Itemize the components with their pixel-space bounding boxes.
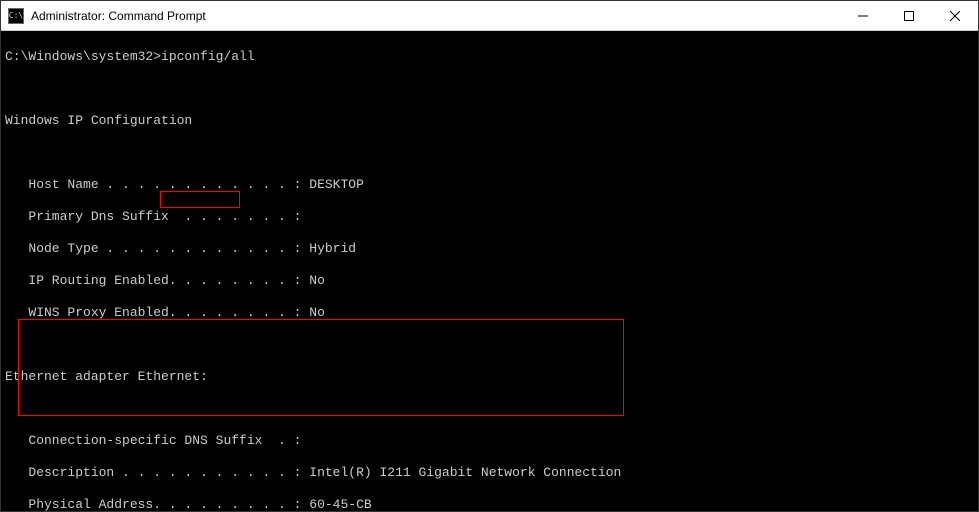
minimize-button[interactable] — [840, 1, 886, 30]
prop-wins-proxy: WINS Proxy Enabled. . . . . . . . : No — [5, 305, 974, 321]
highlight-ethernet-name — [160, 191, 240, 208]
close-icon — [950, 11, 960, 21]
window-title: Administrator: Command Prompt — [31, 9, 840, 23]
adapter-name-highlighted: Ethernet: — [138, 369, 208, 384]
ipconfig-header: Windows IP Configuration — [5, 113, 974, 129]
cmd-icon: C:\ — [8, 8, 24, 24]
maximize-icon — [904, 11, 914, 21]
blank-line — [5, 145, 974, 161]
minimize-icon — [858, 11, 868, 21]
close-button[interactable] — [932, 1, 978, 30]
adapter-conn-suffix: Connection-specific DNS Suffix . : — [5, 433, 974, 449]
terminal-content[interactable]: C:\Windows\system32>ipconfig/all Windows… — [1, 31, 978, 511]
adapter-physical-addr: Physical Address. . . . . . . . . : 60-4… — [5, 497, 974, 511]
prompt-text: C:\Windows\system32> — [5, 49, 161, 64]
prop-node-type: Node Type . . . . . . . . . . . . : Hybr… — [5, 241, 974, 257]
adapter-description: Description . . . . . . . . . . . : Inte… — [5, 465, 974, 481]
maximize-button[interactable] — [886, 1, 932, 30]
blank-line — [5, 401, 974, 417]
command-text: ipconfig/all — [161, 49, 255, 64]
window-controls — [840, 1, 978, 30]
adapter-heading: Ethernet adapter Ethernet: — [5, 369, 974, 385]
prop-host-name: Host Name . . . . . . . . . . . . : DESK… — [5, 177, 974, 193]
prop-primary-dns: Primary Dns Suffix . . . . . . . : — [5, 209, 974, 225]
blank-line — [5, 81, 974, 97]
titlebar: C:\ Administrator: Command Prompt — [1, 1, 978, 31]
command-prompt-window: C:\ Administrator: Command Prompt C:\Win… — [0, 0, 979, 512]
prop-ip-routing: IP Routing Enabled. . . . . . . . : No — [5, 273, 974, 289]
blank-line — [5, 337, 974, 353]
prompt-line: C:\Windows\system32>ipconfig/all — [5, 49, 974, 65]
